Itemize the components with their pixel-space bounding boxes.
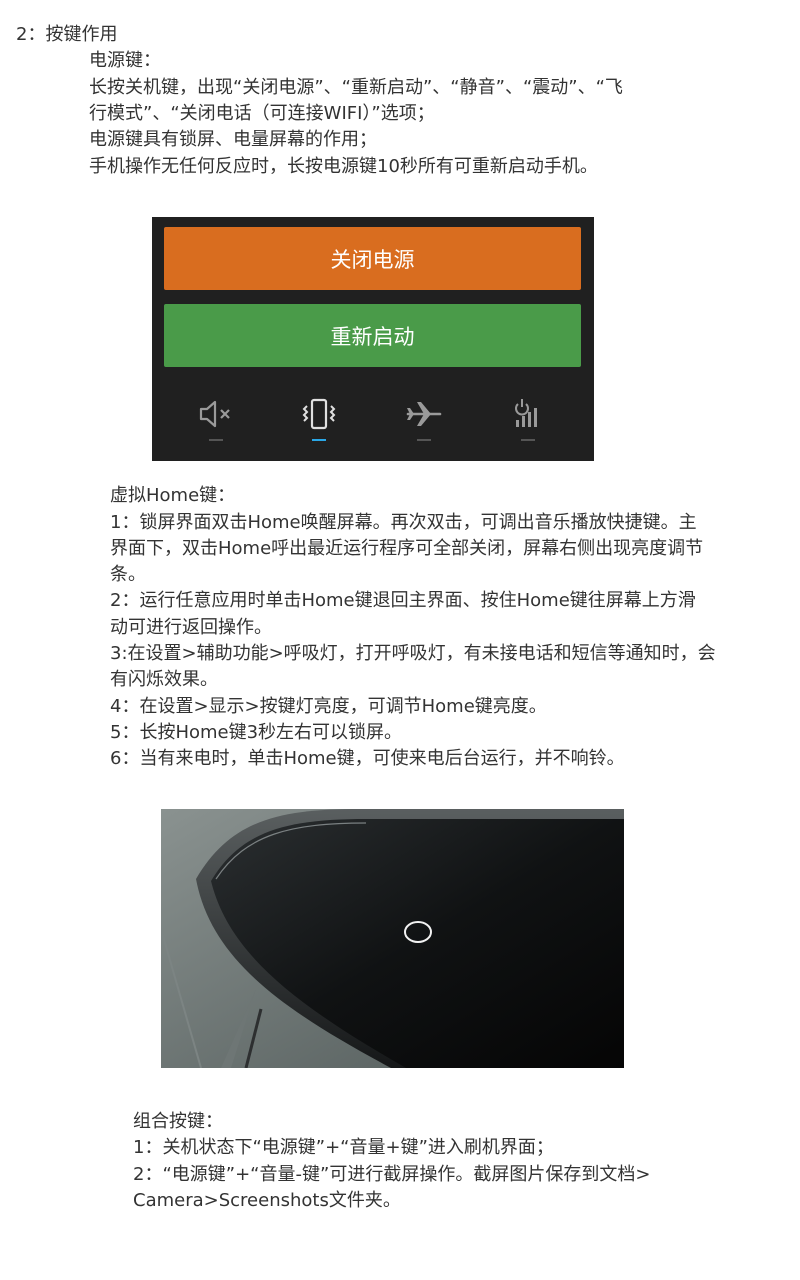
power-key-line: 电源键具有锁屏、电量屏幕的作用； (89, 129, 377, 150)
virtual-home-line: 3:在设置>辅助功能>呼吸灯，打开呼吸灯，有未接电话和短信等通知时，会 (110, 643, 716, 664)
virtual-home-line: 条。 (110, 564, 146, 585)
virtual-home-line: 6：当有来电时，单击Home键，可使来电后台运行，并不响铃。 (110, 748, 625, 769)
power-menu-screenshot: 关闭电源 重新启动 (152, 217, 594, 461)
power-key-line: 长按关机键，出现“关闭电源”、“重新启动”、“静音”、“震动”、“飞 (89, 77, 623, 98)
airplane-indicator (417, 439, 431, 441)
phone-home-key-photo (161, 809, 624, 1068)
virtual-home-line: 5：长按Home键3秒左右可以锁屏。 (110, 722, 403, 743)
combo-keys-line: 1：关机状态下“电源键”+“音量+键”进入刷机界面； (133, 1137, 554, 1158)
power-off-button: 关闭电源 (164, 227, 581, 290)
airplane-icon (406, 402, 442, 426)
power-key-line: 手机操作无任何反应时，长按电源键10秒所有可重新启动手机。 (89, 156, 598, 177)
section-heading: 2：按键作用 (16, 24, 118, 45)
virtual-home-line: 动可进行返回操作。 (110, 617, 272, 638)
restart-button: 重新启动 (164, 304, 581, 367)
mute-icon (199, 400, 230, 428)
combo-keys-line: Camera>Screenshots文件夹。 (133, 1190, 401, 1211)
virtual-home-line: 2：运行任意应用时单击Home键退回主界面、按住Home键往屏幕上方滑 (110, 590, 696, 611)
mobile-data-icon (515, 399, 537, 427)
virtual-home-line: 1：锁屏界面双击Home唤醒屏幕。再次双击，可调出音乐播放快捷键。主 (110, 512, 697, 533)
virtual-home-line: 界面下，双击Home呼出最近运行程序可全部关闭，屏幕右侧出现亮度调节 (110, 538, 704, 559)
vibrate-icon (302, 398, 336, 430)
virtual-home-line: 4：在设置>显示>按键灯亮度，可调节Home键亮度。 (110, 696, 547, 717)
virtual-home-line: 有闪烁效果。 (110, 669, 218, 690)
power-key-title: 电源键： (89, 50, 161, 71)
mute-indicator (209, 439, 223, 441)
combo-keys-line: 2：“电源键”+“音量-键”可进行截屏操作。截屏图片保存到文档> (133, 1164, 651, 1185)
power-key-line: 行模式”、“关闭电话（可连接WIFI）”选项； (89, 103, 435, 124)
mobile-data-indicator (521, 439, 535, 441)
vibrate-indicator (312, 439, 326, 441)
combo-keys-title: 组合按键： (133, 1111, 223, 1132)
virtual-home-title: 虚拟Home键： (110, 485, 236, 506)
